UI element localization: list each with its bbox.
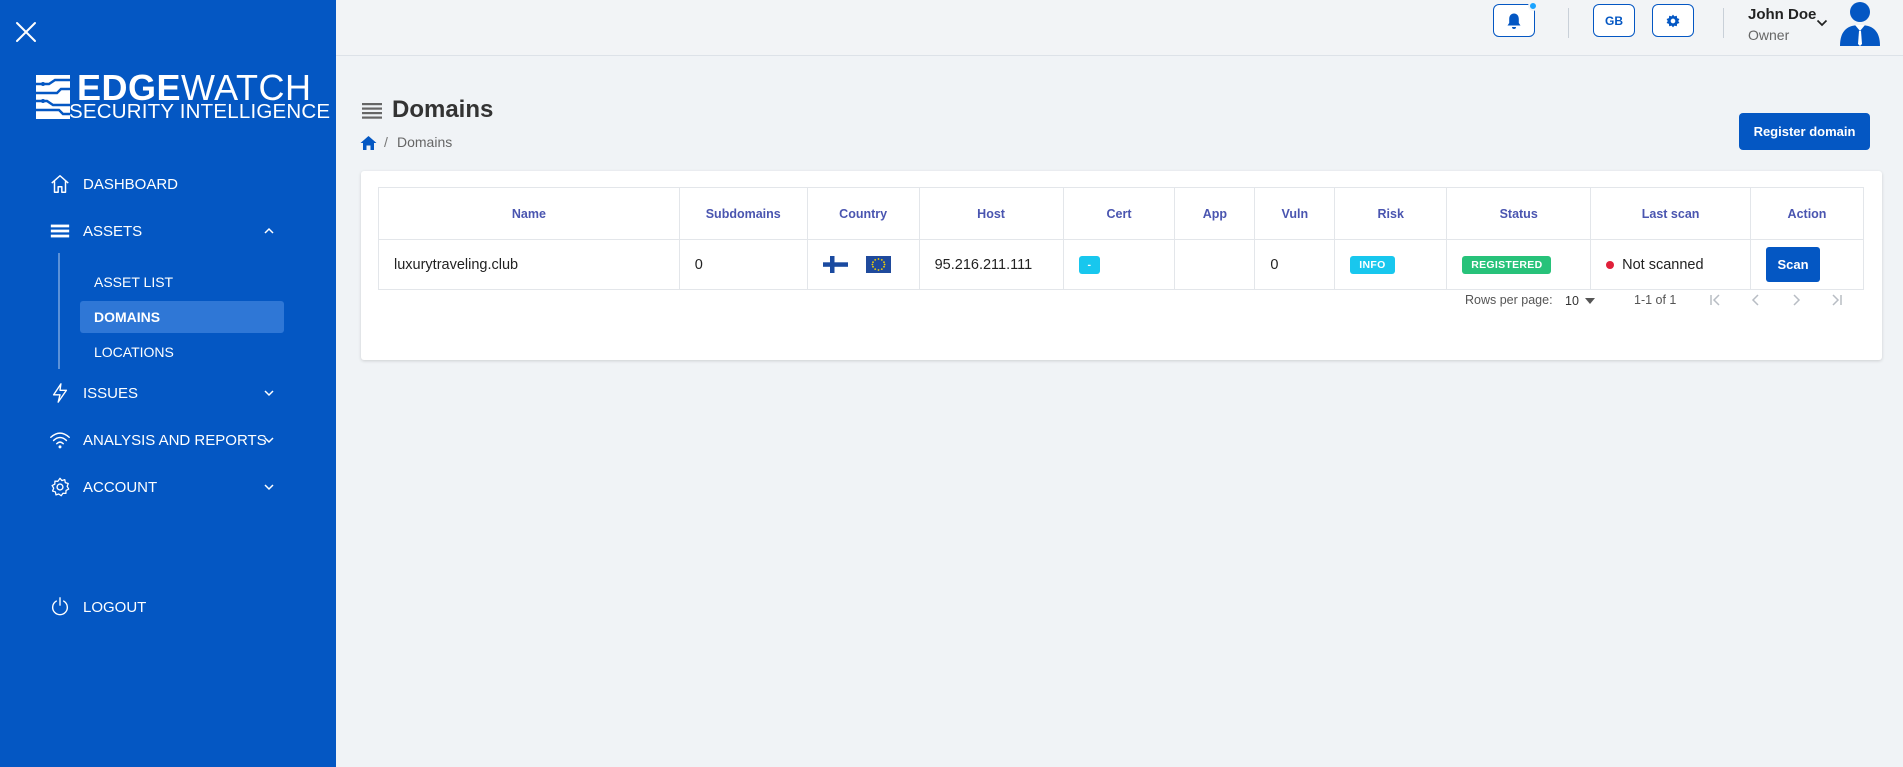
cell-country	[806, 239, 920, 290]
sidebar-subitem-locations[interactable]: LOCATIONS	[80, 336, 284, 368]
avatar[interactable]	[1838, 0, 1882, 46]
user-name[interactable]: John Doe	[1748, 6, 1816, 23]
cell-cert: -	[1062, 239, 1176, 290]
table-row[interactable]: luxurytraveling.club 0 95.216.211.111 - …	[378, 239, 1864, 290]
rows-per-page-select[interactable]: 10	[1565, 290, 1609, 312]
rows-per-page-label: Rows per page:	[1465, 293, 1553, 307]
status-badge: REGISTERED	[1462, 255, 1552, 274]
close-icon[interactable]	[12, 18, 40, 46]
notifications-button[interactable]	[1493, 1, 1538, 37]
next-page-button[interactable]	[1786, 290, 1806, 310]
finland-flag-icon	[822, 256, 848, 273]
list-icon	[362, 103, 382, 119]
cell-subdomains: 0	[678, 239, 808, 290]
chevron-right-icon	[1793, 294, 1801, 306]
cell-vuln: 0	[1254, 239, 1336, 290]
column-header-name[interactable]: Name	[378, 187, 680, 240]
last-page-icon	[1832, 294, 1842, 306]
sidebar-item-label: ASSETS	[83, 222, 143, 240]
logout-button[interactable]: LOGOUT	[48, 593, 276, 621]
sidebar-subitem-domains[interactable]: DOMAINS	[80, 301, 284, 333]
user-role: Owner	[1748, 27, 1790, 43]
bolt-icon	[48, 381, 72, 405]
column-header-country[interactable]: Country	[806, 187, 920, 240]
breadcrumb-current: Domains	[397, 134, 453, 150]
cert-badge: -	[1078, 255, 1101, 274]
power-icon	[48, 595, 72, 619]
previous-page-button[interactable]	[1746, 290, 1766, 310]
cell-last-scan: Not scanned	[1590, 239, 1751, 290]
sidebar-item-issues[interactable]: ISSUES	[48, 379, 276, 407]
gear-icon	[1666, 14, 1680, 27]
topbar-divider	[1568, 8, 1569, 38]
pagination-range: 1-1 of 1	[1634, 293, 1677, 307]
notification-indicator	[1528, 1, 1538, 11]
sidebar-subitem-asset-list[interactable]: ASSET LIST	[80, 266, 284, 298]
sidebar: EDGEWATCH SECURITY INTELLIGENCE DASHBOAR…	[0, 0, 336, 767]
domains-card: Name Subdomains Country Host Cert App Vu…	[361, 171, 1882, 360]
layers-icon	[48, 219, 72, 243]
chevron-down-icon[interactable]	[1815, 16, 1829, 30]
first-page-icon	[1710, 294, 1720, 306]
scan-button[interactable]: Scan	[1766, 247, 1820, 282]
cell-risk: INFO	[1334, 239, 1448, 290]
cell-status: REGISTERED	[1446, 239, 1592, 290]
cell-action: Scan	[1750, 239, 1864, 290]
brand-logo[interactable]: EDGEWATCH SECURITY INTELLIGENCE	[35, 70, 330, 124]
domains-table: Name Subdomains Country Host Cert App Vu…	[378, 187, 1864, 290]
sidebar-item-label: ISSUES	[83, 384, 139, 402]
column-header-risk[interactable]: Risk	[1334, 187, 1448, 240]
last-page-button[interactable]	[1827, 290, 1847, 310]
logout-label: LOGOUT	[83, 598, 147, 616]
table-header-row: Name Subdomains Country Host Cert App Vu…	[378, 187, 1864, 240]
caret-down-icon	[1584, 298, 1595, 304]
topbar-divider	[1723, 8, 1724, 38]
eu-flag-icon	[865, 256, 891, 273]
chevron-left-icon	[1751, 294, 1759, 306]
column-header-host[interactable]: Host	[918, 187, 1064, 240]
chevron-up-icon	[264, 227, 274, 234]
sidebar-item-dashboard[interactable]: DASHBOARD	[48, 170, 276, 198]
sidebar-item-assets[interactable]: ASSETS	[48, 217, 276, 245]
home-icon	[48, 172, 72, 196]
sidebar-item-label: DASHBOARD	[83, 175, 179, 193]
risk-badge: INFO	[1350, 255, 1395, 274]
sidebar-item-analysis-and-reports[interactable]: ANALYSIS AND REPORTS	[48, 426, 276, 454]
page-title: Domains	[392, 96, 494, 123]
chevron-down-icon	[264, 437, 274, 444]
breadcrumb-home-icon[interactable]	[360, 135, 377, 151]
column-header-status[interactable]: Status	[1446, 187, 1592, 240]
wifi-icon	[48, 428, 72, 452]
column-header-vuln[interactable]: Vuln	[1254, 187, 1336, 240]
status-dot	[1606, 260, 1615, 269]
bell-icon	[1507, 13, 1521, 29]
column-header-action: Action	[1750, 187, 1864, 240]
column-header-app[interactable]: App	[1174, 187, 1256, 240]
logo-circuit-icon	[36, 75, 70, 119]
gear-icon	[48, 475, 72, 499]
register-domain-button[interactable]: Register domain	[1739, 113, 1870, 150]
column-header-subdomains[interactable]: Subdomains	[678, 187, 808, 240]
language-button[interactable]: GB	[1593, 4, 1635, 37]
breadcrumb-separator: /	[384, 134, 388, 150]
settings-button[interactable]	[1652, 4, 1694, 37]
sidebar-item-label: ACCOUNT	[83, 478, 158, 496]
cell-name[interactable]: luxurytraveling.club	[378, 239, 680, 290]
chevron-down-icon	[264, 390, 274, 397]
submenu-guide-line	[58, 253, 60, 369]
cell-app	[1174, 239, 1256, 290]
sidebar-item-account[interactable]: ACCOUNT	[48, 473, 276, 501]
column-header-cert[interactable]: Cert	[1062, 187, 1176, 240]
chevron-down-icon	[264, 484, 274, 491]
first-page-button[interactable]	[1705, 290, 1725, 310]
sidebar-item-label: ANALYSIS AND REPORTS	[83, 431, 267, 449]
brand-tagline: SECURITY INTELLIGENCE	[69, 100, 331, 123]
column-header-last-scan[interactable]: Last scan	[1590, 187, 1751, 240]
cell-host: 95.216.211.111	[918, 239, 1064, 290]
